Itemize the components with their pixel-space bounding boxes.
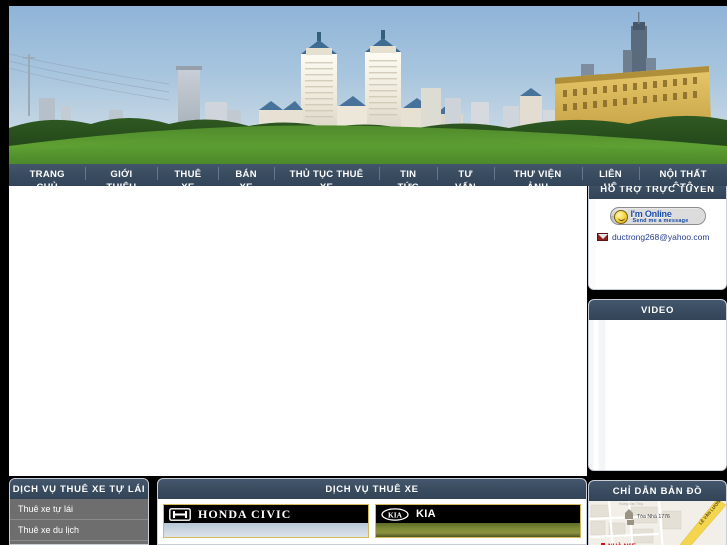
rental-services-title: DỊCH VỤ THUÊ XE <box>158 479 586 499</box>
nav-item-thu-tuc-thue-xe[interactable]: THỦ TỤC THUÊ XE <box>273 164 379 186</box>
bottom-section: DỊCH VỤ THUÊ XE TỰ LÁI Thuê xe tự lái Th… <box>9 478 587 545</box>
map-image-area[interactable]: LÊ VĂN LƯƠNG Tòa Nhà 1776 NHÀ N6E Hoàng … <box>589 501 726 545</box>
location-map-graphic: LÊ VĂN LƯƠNG Tòa Nhà 1776 NHÀ N6E Hoàng … <box>589 501 726 545</box>
nav-item-thue-xe[interactable]: THUÊ XE <box>157 164 218 186</box>
right-sidebar: HỖ TRỢ TRỰC TUYẾN I'm Online Send me a m… <box>588 178 727 545</box>
messenger-subtitle-label: Send me a message <box>632 218 689 224</box>
online-support-body: I'm Online Send me a message ductrong268… <box>589 199 726 289</box>
nav-item-trang-chu[interactable]: TRANG CHỦ <box>9 164 85 186</box>
nav-item-gioi-thieu[interactable]: GIỚI THIỆU <box>85 164 157 186</box>
car-card-header: KIA KIA <box>376 505 580 523</box>
list-item[interactable]: Thuê xe du lịch <box>10 520 148 541</box>
video-panel-title: VIDEO <box>589 300 726 320</box>
car-card-header: HONDA CIVIC <box>164 505 368 523</box>
nav-item-noi-that-oto[interactable]: NỘI THẤT ÔTÔ <box>639 164 727 186</box>
car-card-honda-civic[interactable]: HONDA CIVIC <box>163 504 369 538</box>
car-card-grid: HONDA CIVIC KIA KIA <box>158 499 586 538</box>
page-root: TRANG CHỦ GIỚI THIỆU THUÊ XE BÁN XE THỦ … <box>0 0 727 545</box>
map-building-label: Tòa Nhà 1776 <box>637 514 670 520</box>
self-drive-services-list: Thuê xe tự lái Thuê xe du lịch Thuê xe c… <box>10 499 148 544</box>
header-banner <box>9 6 727 164</box>
nav-item-tin-tuc[interactable]: TIN TỨC <box>379 164 437 186</box>
car-photo <box>376 523 580 537</box>
banner-skyline-graphic <box>9 6 727 164</box>
svg-text:KIA: KIA <box>388 510 403 519</box>
smiley-face-icon <box>613 210 628 224</box>
car-name-label: KIA <box>416 508 436 520</box>
nav-item-tu-van[interactable]: TƯ VẤN <box>437 164 493 186</box>
main-content-area <box>9 186 587 476</box>
support-email-link[interactable]: ductrong268@yahoo.com <box>612 232 709 242</box>
map-faint-label: Hoàng Đạo Thúy <box>619 502 643 506</box>
envelope-icon <box>597 233 608 241</box>
rental-services-panel: DỊCH VỤ THUÊ XE HONDA CIVIC KIA KIA <box>157 478 587 545</box>
list-item[interactable]: Thuê xe cưới hỏi <box>10 541 148 544</box>
map-panel-title: CHỈ DẪN BẢN ĐỒ <box>589 481 726 501</box>
car-photo <box>164 523 368 537</box>
self-drive-services-panel: DỊCH VỤ THUÊ XE TỰ LÁI Thuê xe tự lái Th… <box>9 478 149 545</box>
honda-logo-icon <box>169 507 191 521</box>
list-item[interactable]: Thuê xe tự lái <box>10 499 148 520</box>
main-navigation[interactable]: TRANG CHỦ GIỚI THIỆU THUÊ XE BÁN XE THỦ … <box>9 164 727 186</box>
yahoo-messenger-button[interactable]: I'm Online Send me a message <box>609 207 706 225</box>
nav-item-ban-xe[interactable]: BÁN XE <box>218 164 274 186</box>
kia-logo-icon: KIA <box>381 507 409 521</box>
support-email-row[interactable]: ductrong268@yahoo.com <box>594 232 721 242</box>
video-panel: VIDEO <box>588 299 727 471</box>
self-drive-services-title: DỊCH VỤ THUÊ XE TỰ LÁI <box>10 479 148 499</box>
car-name-label: HONDA CIVIC <box>198 506 292 521</box>
nav-item-thu-vien-anh[interactable]: THƯ VIỆN ẢNH <box>493 164 582 186</box>
car-card-kia[interactable]: KIA KIA <box>375 504 581 538</box>
map-panel: CHỈ DẪN BẢN ĐỒ LÊ VĂN LƯƠNG Tòa Nhà 1776… <box>588 480 727 545</box>
online-support-panel: HỖ TRỢ TRỰC TUYẾN I'm Online Send me a m… <box>588 178 727 290</box>
video-player-area[interactable] <box>589 320 726 470</box>
nav-item-lien-he[interactable]: LIÊN HỆ <box>581 164 639 186</box>
